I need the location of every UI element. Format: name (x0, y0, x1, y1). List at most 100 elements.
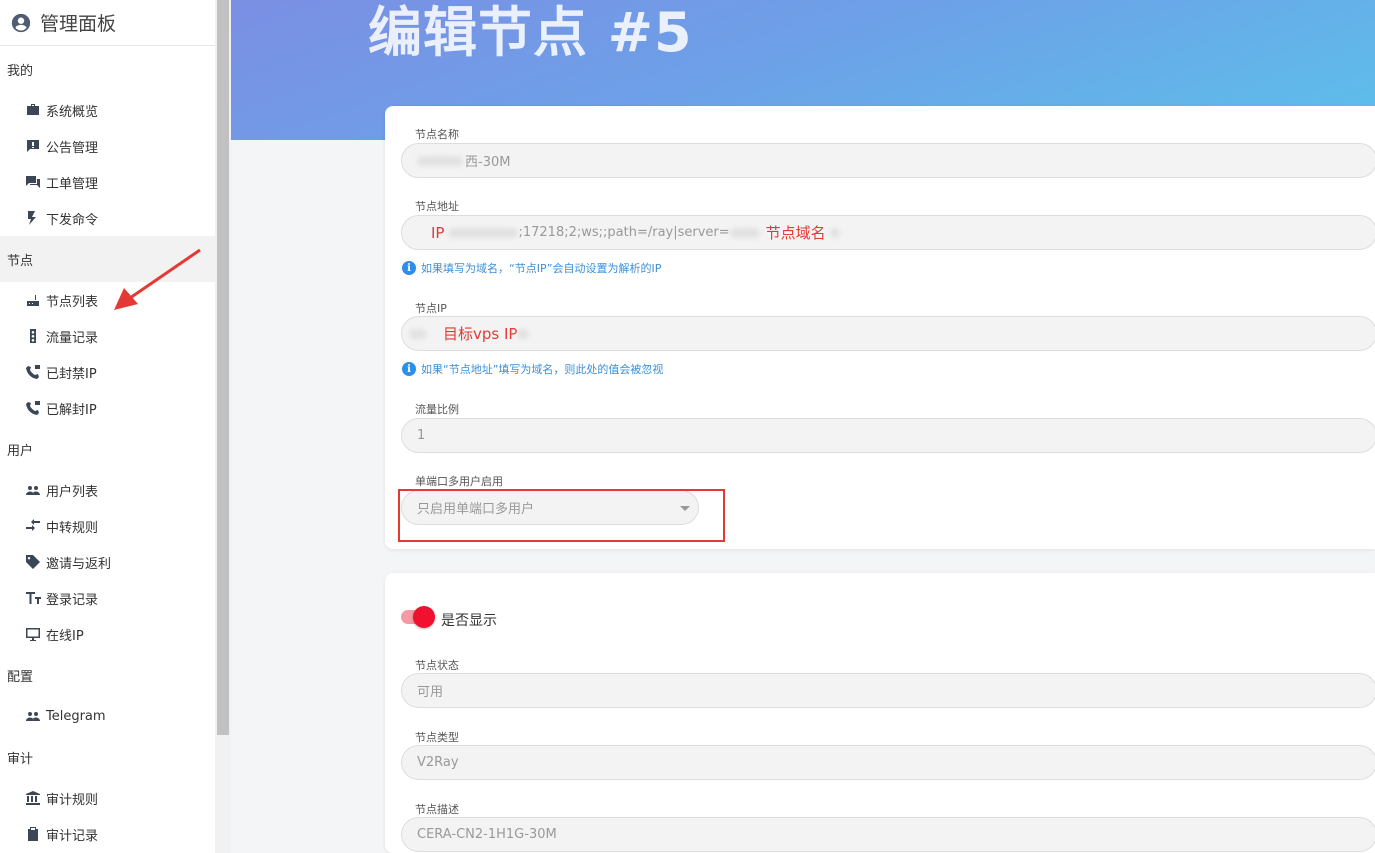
chat-icon (24, 173, 42, 191)
sidebar-item-label: Telegram (46, 708, 106, 724)
briefcase-icon (24, 101, 42, 119)
clipboard-icon (24, 825, 42, 843)
node-desc-value: CERA-CN2-1H1G-30M (417, 827, 557, 842)
node-type-value: V2Ray (417, 755, 459, 770)
node-detail-card: 是否显示 节点状态 可用 节点类型 V2Ray 节点描述 CERA-CN2-1H… (385, 573, 1375, 853)
section-nodes: 节点 (0, 236, 215, 282)
sidebar-item-user-list[interactable]: 用户列表 (0, 472, 215, 508)
sidebar-item-traffic-log[interactable]: 流量记录 (0, 318, 215, 354)
toggle-knob (413, 606, 435, 628)
sidebar-item-tickets[interactable]: 工单管理 (0, 164, 215, 200)
address-hint-text: 如果填写为域名，“节点IP”会自动设置为解析的IP (421, 262, 662, 275)
scrollbar-thumb[interactable] (217, 0, 229, 735)
sidebar-item-label: 流量记录 (46, 330, 99, 346)
node-type-input[interactable]: V2Ray (401, 745, 1375, 780)
traffic-light-icon (24, 327, 42, 345)
sidebar-item-overview[interactable]: 系统概览 (0, 92, 215, 128)
sidebar-item-audit-rules[interactable]: 审计规则 (0, 780, 215, 816)
node-address-input[interactable]: IP ;17218;2;ws;;path=/ray|server= 节点域名 (401, 215, 1375, 250)
tag-icon (24, 553, 42, 571)
multi-user-label: 单端口多用户启用 (415, 475, 503, 488)
bank-icon (24, 789, 42, 807)
node-name-input[interactable]: 西-30M (401, 143, 1375, 178)
sidebar-item-commands[interactable]: 下发命令 (0, 200, 215, 236)
account-circle-icon (10, 12, 32, 34)
node-address-value: ;17218;2;ws;;path=/ray|server= (518, 225, 730, 240)
ratio-label: 流量比例 (415, 403, 459, 416)
sidebar-item-label: 系统概览 (46, 104, 99, 120)
address-label: 节点地址 (415, 200, 459, 213)
section-audit: 审计 (7, 751, 34, 767)
info-icon: i (402, 362, 416, 376)
sidebar-item-label: 审计规则 (46, 792, 99, 808)
section-users: 用户 (7, 443, 34, 459)
name-label: 节点名称 (415, 128, 459, 141)
redacted-text (517, 328, 530, 339)
sidebar: 管理面板 我的 系统概览 公告管理 工单管理 下发命令 节点 节点列表 流量记录… (0, 0, 215, 853)
sidebar-item-relay-rules[interactable]: 中转规则 (0, 508, 215, 544)
traffic-ratio-value: 1 (417, 428, 426, 443)
people-icon (24, 707, 42, 725)
sidebar-scrollbar[interactable] (215, 0, 231, 853)
sidebar-title: 管理面板 (40, 13, 117, 35)
info-icon: i (402, 261, 416, 275)
redacted-text (829, 227, 840, 238)
sidebar-item-label: 下发命令 (46, 212, 99, 228)
sidebar-item-label: 已封禁IP (46, 366, 97, 382)
traffic-ratio-input[interactable]: 1 (401, 418, 1375, 453)
sidebar-item-invite[interactable]: 邀请与返利 (0, 544, 215, 580)
address-hint: i 如果填写为域名，“节点IP”会自动设置为解析的IP (402, 260, 661, 276)
section-mine: 我的 (7, 63, 34, 79)
sidebar-item-online-ip[interactable]: 在线IP (0, 616, 215, 652)
node-ip-input[interactable]: 目标vps IP (401, 316, 1375, 351)
sidebar-item-telegram[interactable]: Telegram (0, 698, 215, 734)
ip-hint-text: 如果“节点地址”填写为域名，则此处的值会被忽视 (421, 363, 664, 376)
monitor-icon (24, 625, 42, 643)
node-status-input[interactable]: 可用 (401, 673, 1375, 708)
sip-phone-icon (24, 399, 42, 417)
sip-phone-icon (24, 363, 42, 381)
sidebar-item-label: 审计记录 (46, 828, 99, 844)
sidebar-item-banned-ip[interactable]: 已封禁IP (0, 354, 215, 390)
router-icon (24, 291, 42, 309)
status-label: 节点状态 (415, 659, 459, 672)
sidebar-item-login-log[interactable]: 登录记录 (0, 580, 215, 616)
ip-label: 节点IP (415, 302, 447, 315)
text-size-icon (24, 589, 42, 607)
sidebar-item-node-list[interactable]: 节点列表 (0, 282, 215, 318)
node-basic-card: 节点名称 西-30M 节点地址 IP ;17218;2;ws;;path=/ra… (385, 106, 1375, 549)
visibility-label: 是否显示 (441, 613, 497, 629)
page-title: 编辑节点 #5 (368, 1, 693, 64)
annotation-ip: IP (431, 223, 445, 242)
section-config: 配置 (7, 669, 34, 685)
people-icon (24, 481, 42, 499)
sidebar-item-label: 邀请与返利 (46, 556, 112, 572)
sidebar-item-label: 用户列表 (46, 484, 99, 500)
command-icon (24, 209, 42, 227)
visibility-toggle[interactable] (401, 606, 435, 628)
transfer-icon (24, 517, 42, 535)
type-label: 节点类型 (415, 731, 459, 744)
redacted-text (448, 227, 519, 238)
annotation-node-domain: 节点域名 (765, 224, 826, 242)
annotation-highlight-box (398, 489, 725, 542)
sidebar-header: 管理面板 (0, 0, 215, 46)
desc-label: 节点描述 (415, 803, 459, 816)
sidebar-item-label: 节点列表 (46, 294, 99, 310)
sidebar-item-label: 工单管理 (46, 176, 99, 192)
redacted-text (729, 227, 760, 238)
redacted-text (417, 155, 463, 166)
node-desc-input[interactable]: CERA-CN2-1H1G-30M (401, 817, 1375, 852)
sidebar-item-unbanned-ip[interactable]: 已解封IP (0, 390, 215, 426)
annotation-target-vps-ip: 目标vps IP (443, 325, 518, 343)
sidebar-item-label: 中转规则 (46, 520, 99, 536)
sidebar-item-audit-log[interactable]: 审计记录 (0, 816, 215, 852)
sidebar-item-label: 已解封IP (46, 402, 97, 418)
sidebar-item-label: 在线IP (46, 628, 84, 644)
ip-hint: i 如果“节点地址”填写为域名，则此处的值会被忽视 (402, 361, 663, 377)
node-name-value: 西-30M (465, 155, 511, 170)
redacted-text (409, 328, 427, 339)
sidebar-item-announcements[interactable]: 公告管理 (0, 128, 215, 164)
announcement-icon (24, 137, 42, 155)
sidebar-item-label: 登录记录 (46, 592, 99, 608)
